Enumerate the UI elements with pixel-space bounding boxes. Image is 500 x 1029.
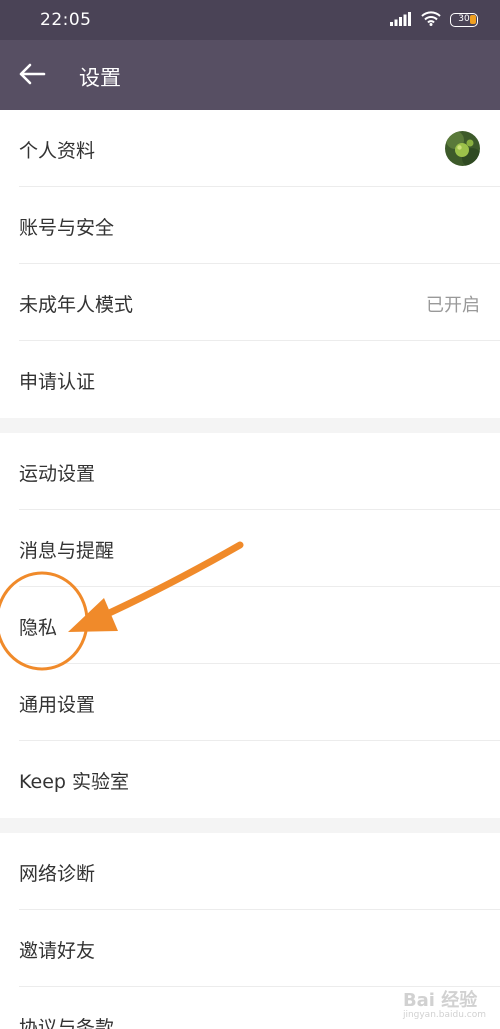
settings-item-label: 消息与提醒 <box>19 540 115 562</box>
settings-item-notifications[interactable]: 消息与提醒 <box>0 510 500 587</box>
settings-item-label: 运动设置 <box>19 463 96 485</box>
settings-item-label: 未成年人模式 <box>19 294 134 316</box>
settings-group-account: 个人资料 账号与安全 未成年人模式 已开启 申请认证 <box>0 110 500 418</box>
settings-item-network-diagnosis[interactable]: 网络诊断 <box>0 833 500 910</box>
signal-icon <box>390 11 412 30</box>
settings-item-label: Keep 实验室 <box>19 771 129 793</box>
status-bar: 22:05 30 <box>0 0 500 40</box>
settings-item-general[interactable]: 通用设置 <box>0 664 500 741</box>
app-bar: 设置 <box>0 40 500 110</box>
settings-item-label: 个人资料 <box>19 140 96 162</box>
settings-item-privacy[interactable]: 隐私 <box>0 587 500 664</box>
watermark-subtext: jingyan.baidu.com <box>402 1010 486 1020</box>
settings-item-invite-friends[interactable]: 邀请好友 <box>0 910 500 987</box>
settings-item-label: 网络诊断 <box>19 863 96 885</box>
status-icons: 30 <box>390 10 478 30</box>
settings-item-sport[interactable]: 运动设置 <box>0 433 500 510</box>
teen-mode-status: 已开启 <box>426 295 480 316</box>
settings-item-label: 邀请好友 <box>19 940 96 962</box>
settings-item-label: 申请认证 <box>19 371 96 393</box>
battery-icon: 30 <box>450 13 478 27</box>
avatar <box>445 131 480 166</box>
watermark-text: Bai 经验 <box>402 990 478 1011</box>
settings-item-keep-lab[interactable]: Keep 实验室 <box>0 741 500 818</box>
settings-item-teen-mode[interactable]: 未成年人模式 已开启 <box>0 264 500 341</box>
wifi-icon <box>421 10 441 30</box>
settings-item-account-security[interactable]: 账号与安全 <box>0 187 500 264</box>
settings-item-label: 隐私 <box>19 617 58 639</box>
settings-group-app: 运动设置 消息与提醒 隐私 通用设置 Keep 实验室 <box>0 433 500 818</box>
settings-item-profile[interactable]: 个人资料 <box>0 110 500 187</box>
back-button[interactable] <box>14 58 50 94</box>
settings-item-label: 协议与条款 <box>19 1017 115 1029</box>
page-title: 设置 <box>79 66 121 90</box>
settings-item-label: 通用设置 <box>19 694 96 716</box>
settings-item-verification[interactable]: 申请认证 <box>0 341 500 418</box>
settings-item-label: 账号与安全 <box>19 217 115 239</box>
status-time: 22:05 <box>40 10 92 30</box>
arrow-left-icon <box>18 63 46 89</box>
battery-level: 30 <box>458 14 470 24</box>
watermark-logo: Bai 经验 jingyan.baidu.com <box>403 986 486 1020</box>
